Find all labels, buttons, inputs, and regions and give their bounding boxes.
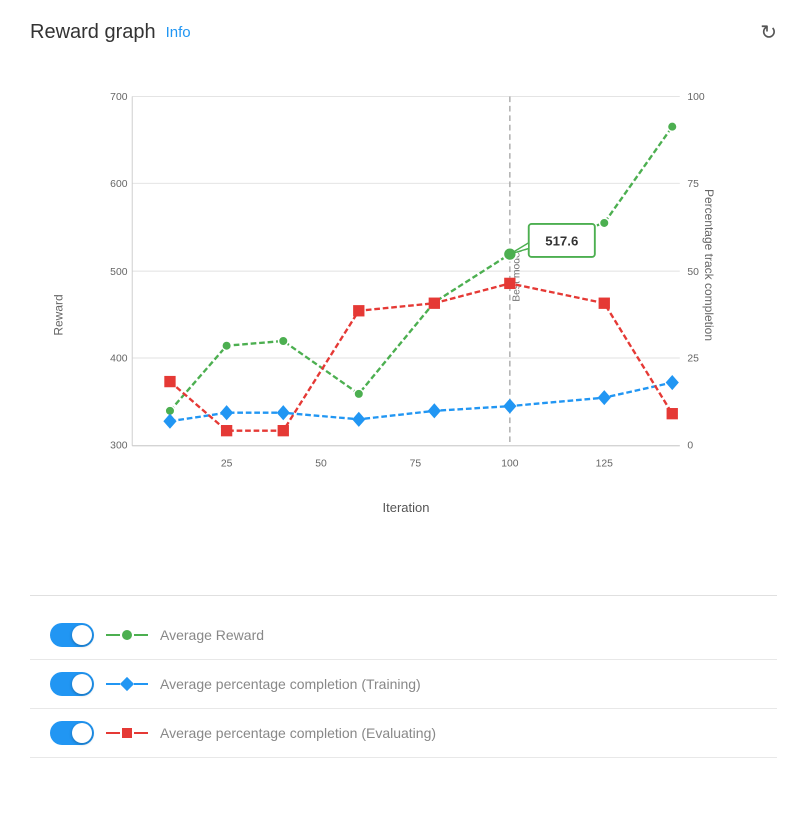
svg-text:300: 300 <box>110 441 128 452</box>
legend-dash-left-training <box>106 683 120 685</box>
svg-text:700: 700 <box>110 92 128 103</box>
chart-container: Reward Percentage track completion 300 4… <box>30 65 777 565</box>
svg-text:100: 100 <box>501 459 519 470</box>
header-left: Reward graph Info <box>30 21 191 44</box>
toggle-evaluating[interactable] <box>50 721 94 745</box>
legend-line-reward <box>106 630 148 640</box>
svg-text:500: 500 <box>110 267 128 278</box>
legend: Average Reward Average percentage comple… <box>30 595 777 758</box>
legend-label-reward: Average Reward <box>160 627 264 643</box>
chart-svg-area: 300 400 500 600 700 0 25 50 75 100 25 50… <box>85 75 727 505</box>
svg-text:75: 75 <box>410 459 422 470</box>
legend-line-evaluating <box>106 728 148 738</box>
svg-text:517.6: 517.6 <box>545 234 578 249</box>
svg-text:50: 50 <box>687 267 699 278</box>
legend-dash-left-reward <box>106 634 120 636</box>
toggle-training[interactable] <box>50 672 94 696</box>
legend-item-reward: Average Reward <box>30 611 777 660</box>
chart-svg: 300 400 500 600 700 0 25 50 75 100 25 50… <box>85 75 727 505</box>
svg-text:100: 100 <box>687 92 705 103</box>
legend-dash-left-evaluating <box>106 732 120 734</box>
legend-item-training: Average percentage completion (Training) <box>30 660 777 709</box>
legend-dash-right-evaluating <box>134 732 148 734</box>
legend-dot-reward <box>122 630 132 640</box>
svg-text:400: 400 <box>110 354 128 365</box>
toggle-reward[interactable] <box>50 623 94 647</box>
svg-text:50: 50 <box>315 459 327 470</box>
svg-text:0: 0 <box>687 441 693 452</box>
legend-label-evaluating: Average percentage completion (Evaluatin… <box>160 725 436 741</box>
legend-label-training: Average percentage completion (Training) <box>160 676 421 692</box>
svg-text:600: 600 <box>110 179 128 190</box>
legend-dot-training <box>120 677 134 691</box>
legend-line-training <box>106 679 148 689</box>
page-header: Reward graph Info ↻ <box>30 20 777 45</box>
svg-text:75: 75 <box>687 179 699 190</box>
legend-dot-evaluating <box>122 728 132 738</box>
legend-dash-right-reward <box>134 634 148 636</box>
refresh-button[interactable]: ↻ <box>760 20 777 45</box>
info-link[interactable]: Info <box>166 24 191 41</box>
svg-text:25: 25 <box>687 354 699 365</box>
y-axis-label: Reward <box>52 294 66 335</box>
legend-dash-right-training <box>134 683 148 685</box>
svg-text:125: 125 <box>596 459 614 470</box>
legend-item-evaluating: Average percentage completion (Evaluatin… <box>30 709 777 758</box>
page-title: Reward graph <box>30 21 156 44</box>
svg-text:25: 25 <box>221 459 233 470</box>
